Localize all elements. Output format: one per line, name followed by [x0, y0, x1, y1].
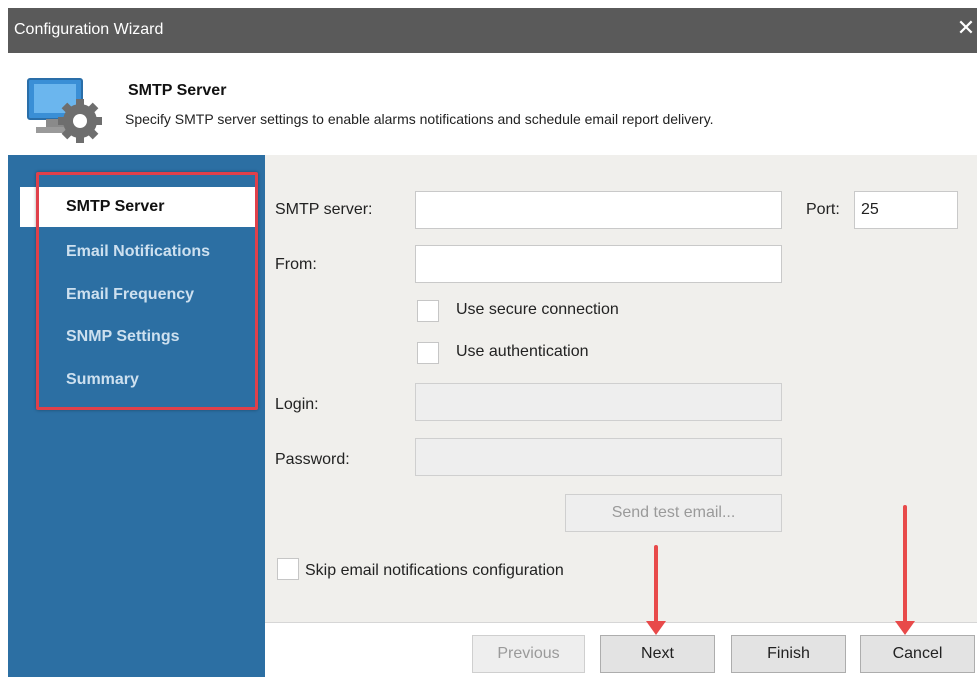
finish-button[interactable]: Finish — [731, 635, 846, 673]
window-title: Configuration Wizard — [14, 21, 164, 38]
skip-notifications-checkbox[interactable] — [277, 558, 299, 580]
from-input[interactable] — [415, 245, 782, 283]
password-label: Password: — [275, 451, 350, 468]
wizard-footer: Previous Next Finish Cancel — [265, 622, 977, 677]
smtp-settings-panel: SMTP server: Port: 25 From: Use secure c… — [265, 155, 977, 677]
authentication-checkbox[interactable] — [417, 342, 439, 364]
smtp-server-input[interactable] — [415, 191, 782, 229]
cancel-button[interactable]: Cancel — [860, 635, 975, 673]
computer-gear-icon — [27, 78, 102, 143]
sidebar-item-snmp-settings[interactable]: SNMP Settings — [20, 317, 256, 357]
sidebar-item-summary[interactable]: Summary — [20, 360, 256, 400]
sidebar-item-email-frequency[interactable]: Email Frequency — [20, 275, 256, 315]
secure-connection-label: Use secure connection — [456, 301, 619, 318]
arrow-to-next — [646, 545, 666, 635]
port-label: Port: — [806, 201, 840, 218]
page-subtitle: Specify SMTP server settings to enable a… — [125, 111, 714, 127]
login-label: Login: — [275, 396, 319, 413]
password-input[interactable] — [415, 438, 782, 476]
wizard-header: SMTP Server Specify SMTP server settings… — [8, 53, 977, 155]
sidebar-item-smtp-server[interactable]: SMTP Server — [20, 187, 256, 227]
title-bar: Configuration Wizard ✕ — [8, 8, 977, 53]
wizard-steps-sidebar: SMTP Server Email Notifications Email Fr… — [8, 155, 265, 677]
next-button[interactable]: Next — [600, 635, 715, 673]
sidebar-item-email-notifications[interactable]: Email Notifications — [20, 232, 256, 272]
smtp-server-label: SMTP server: — [275, 201, 373, 218]
login-input[interactable] — [415, 383, 782, 421]
secure-connection-checkbox[interactable] — [417, 300, 439, 322]
authentication-label: Use authentication — [456, 343, 589, 360]
arrow-to-cancel — [895, 505, 915, 635]
previous-button[interactable]: Previous — [472, 635, 585, 673]
from-label: From: — [275, 256, 317, 273]
skip-notifications-label: Skip email notifications configuration — [305, 562, 564, 579]
close-icon[interactable]: ✕ — [955, 17, 977, 39]
port-input[interactable]: 25 — [854, 191, 958, 229]
page-title: SMTP Server — [128, 82, 227, 99]
send-test-email-button[interactable]: Send test email... — [565, 494, 782, 532]
